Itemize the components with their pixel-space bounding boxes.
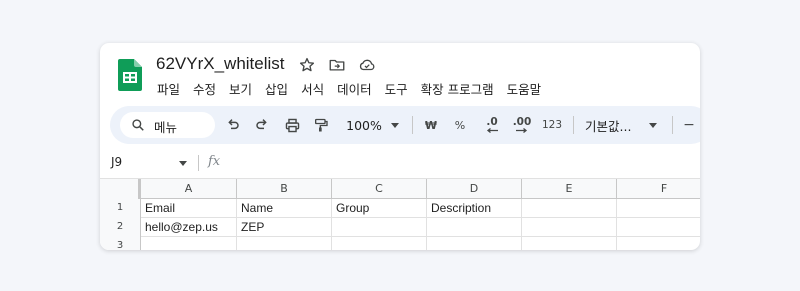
menu-format[interactable]: 서식 (301, 80, 330, 100)
decrease-font-size-button[interactable]: − (682, 116, 696, 134)
toolbar-divider (672, 116, 673, 134)
menu-file[interactable]: 파일 (157, 80, 186, 100)
redo-icon (256, 119, 267, 130)
column-header-a[interactable]: A (141, 179, 237, 199)
decrease-decimal-button[interactable]: .0 (481, 116, 503, 134)
paint-format-icon (315, 118, 328, 131)
sheets-window: 62VYrX_whitelist 파일 수정 보기 삽입 서식 데이터 도구 확… (100, 43, 700, 250)
increase-decimal-button[interactable]: .00 (510, 116, 534, 134)
menu-view[interactable]: 보기 (229, 80, 258, 100)
menu-insert[interactable]: 삽입 (265, 80, 294, 100)
cell-b2[interactable]: ZEP (237, 218, 332, 237)
document-title[interactable]: 62VYrX_whitelist (156, 54, 285, 74)
undo-icon (228, 119, 239, 130)
formula-bar: J9 fx (100, 150, 700, 176)
formula-divider (198, 155, 199, 171)
cell-a2[interactable]: hello@zep.us (141, 218, 237, 237)
print-button[interactable] (282, 116, 302, 134)
menu-tools[interactable]: 도구 (385, 80, 414, 100)
column-header-c[interactable]: C (332, 179, 427, 199)
column-header-e[interactable]: E (522, 179, 617, 199)
name-box[interactable]: J9 (111, 155, 122, 169)
star-icon[interactable] (298, 56, 316, 74)
menu-help[interactable]: 도움말 (507, 80, 548, 100)
menu-search-box[interactable]: 메뉴 (120, 112, 215, 138)
table-row: 1 Email Name Group Description (100, 199, 700, 218)
toolbar-divider (573, 116, 574, 134)
cell-c2[interactable] (332, 218, 427, 237)
cell-b3[interactable] (237, 237, 332, 250)
cell-d2[interactable] (427, 218, 522, 237)
zoom-value[interactable]: 100% (344, 116, 384, 134)
currency-format-button[interactable]: ₩ (423, 116, 439, 134)
number-format-button[interactable]: 123 (541, 116, 563, 134)
sheets-logo-icon[interactable] (118, 59, 142, 91)
cell-a1[interactable]: Email (141, 199, 237, 218)
menu-search-label: 메뉴 (154, 120, 178, 135)
row-header[interactable]: 3 (100, 237, 141, 250)
row-header[interactable]: 1 (100, 199, 141, 218)
column-header-f[interactable]: F (617, 179, 700, 199)
cell-b1[interactable]: Name (237, 199, 332, 218)
menu-extensions[interactable]: 확장 프로그램 (421, 80, 500, 100)
caret-down-icon[interactable] (179, 161, 187, 166)
cell-c1[interactable]: Group (332, 199, 427, 218)
move-folder-icon[interactable] (328, 56, 346, 74)
cell-f2[interactable] (617, 218, 700, 237)
caret-down-icon (649, 122, 657, 128)
column-header-b[interactable]: B (237, 179, 332, 199)
table-row: 2 hello@zep.us ZEP (100, 218, 700, 237)
cell-e2[interactable] (522, 218, 617, 237)
caret-down-icon (391, 122, 399, 128)
menu-edit[interactable]: 수정 (193, 80, 222, 100)
print-icon (285, 118, 299, 132)
row-header[interactable]: 2 (100, 218, 141, 237)
spreadsheet-grid: A B C D E F 1 Email Name Group Descripti… (100, 178, 700, 250)
increase-decimal-label: .00 (512, 116, 532, 128)
cell-f3[interactable] (617, 237, 700, 250)
zoom-dropdown[interactable] (390, 116, 400, 134)
cloud-saved-icon[interactable] (358, 56, 376, 74)
cell-e3[interactable] (522, 237, 617, 250)
toolbar: 메뉴 100% ₩ % .0 .00 123 기본값... − (110, 106, 700, 144)
cell-d1[interactable]: Description (427, 199, 522, 218)
cell-c3[interactable] (332, 237, 427, 250)
cell-f1[interactable] (617, 199, 700, 218)
arrow-left-icon (486, 128, 498, 133)
menubar: 파일 수정 보기 삽입 서식 데이터 도구 확장 프로그램 도움말 (157, 80, 554, 100)
undo-button[interactable] (224, 116, 242, 134)
table-row: 3 (100, 237, 700, 250)
decrease-decimal-label: .0 (486, 116, 498, 128)
cell-d3[interactable] (427, 237, 522, 250)
redo-button[interactable] (253, 116, 271, 134)
menu-data[interactable]: 데이터 (337, 80, 378, 100)
column-header-row: A B C D E F (100, 178, 700, 199)
font-family-dropdown[interactable] (648, 116, 658, 134)
column-header-d[interactable]: D (427, 179, 522, 199)
fx-icon: fx (208, 154, 221, 169)
cell-a3[interactable] (141, 237, 237, 250)
search-icon (132, 119, 144, 131)
toolbar-divider (412, 116, 413, 134)
cell-e1[interactable] (522, 199, 617, 218)
arrow-right-icon (516, 128, 528, 133)
font-family-select[interactable]: 기본값... (585, 116, 635, 134)
paint-format-button[interactable] (312, 116, 330, 134)
select-all-corner[interactable] (100, 179, 141, 199)
percent-format-button[interactable]: % (452, 116, 468, 134)
